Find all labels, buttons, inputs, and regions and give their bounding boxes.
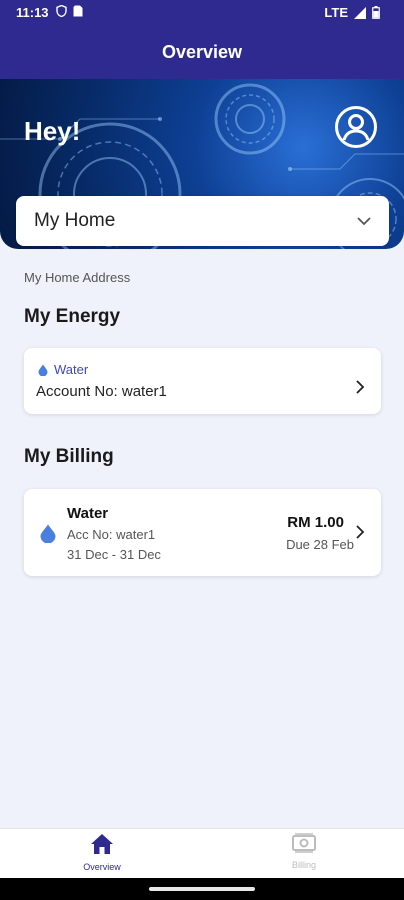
status-bar: 11:13 LTE bbox=[0, 0, 404, 26]
energy-account-card[interactable]: Water Account No: water1 bbox=[24, 348, 381, 414]
nav-item-label: Billing bbox=[291, 860, 316, 870]
billing-amount: RM 1.00 bbox=[287, 514, 344, 531]
chevron-right-icon bbox=[356, 525, 365, 539]
signal-icon bbox=[354, 6, 366, 19]
nav-item-overview[interactable]: Overview bbox=[42, 833, 162, 872]
system-navigation-bar bbox=[0, 878, 404, 900]
bill-icon bbox=[292, 833, 316, 853]
billing-card[interactable]: Water Acc No: water1 31 Dec - 31 Dec RM … bbox=[24, 489, 381, 576]
status-notification-icons bbox=[56, 5, 83, 17]
bottom-navigation: Overview Billing bbox=[0, 828, 404, 878]
water-drop-icon bbox=[40, 524, 56, 543]
home-gesture-handle[interactable] bbox=[149, 887, 255, 891]
billing-utility-title: Water bbox=[67, 505, 109, 522]
battery-icon bbox=[372, 6, 380, 19]
shield-icon bbox=[56, 5, 67, 17]
page-title: Overview bbox=[161, 42, 243, 62]
network-type: LTE bbox=[324, 5, 348, 20]
energy-account-number: Account No: water1 bbox=[36, 383, 167, 400]
chevron-down-icon bbox=[357, 216, 371, 225]
billing-section-title: My Billing bbox=[24, 446, 114, 467]
billing-account-number: Acc No: water1 bbox=[67, 527, 156, 542]
energy-section-title: My Energy bbox=[24, 306, 121, 327]
energy-type-label: Water bbox=[54, 362, 89, 377]
app-bar: Overview bbox=[0, 26, 404, 79]
energy-type: Water bbox=[38, 362, 88, 377]
home-selector-value: My Home bbox=[34, 210, 116, 231]
nav-item-label: Overview bbox=[83, 862, 121, 872]
greeting-text: Hey! bbox=[24, 116, 81, 146]
billing-due-date: Due 28 Feb bbox=[286, 537, 354, 552]
home-address: My Home Address bbox=[24, 270, 131, 285]
home-selector-dropdown[interactable]: My Home bbox=[16, 196, 389, 246]
billing-period: 31 Dec - 31 Dec bbox=[67, 547, 161, 562]
profile-avatar-icon[interactable] bbox=[334, 105, 378, 149]
chevron-right-icon bbox=[356, 380, 365, 394]
status-time: 11:13 bbox=[16, 5, 49, 20]
sim-card-icon bbox=[73, 5, 83, 17]
home-icon bbox=[91, 834, 113, 854]
water-drop-icon bbox=[38, 364, 48, 376]
status-right: LTE bbox=[324, 5, 380, 20]
nav-item-billing[interactable]: Billing bbox=[244, 833, 364, 870]
